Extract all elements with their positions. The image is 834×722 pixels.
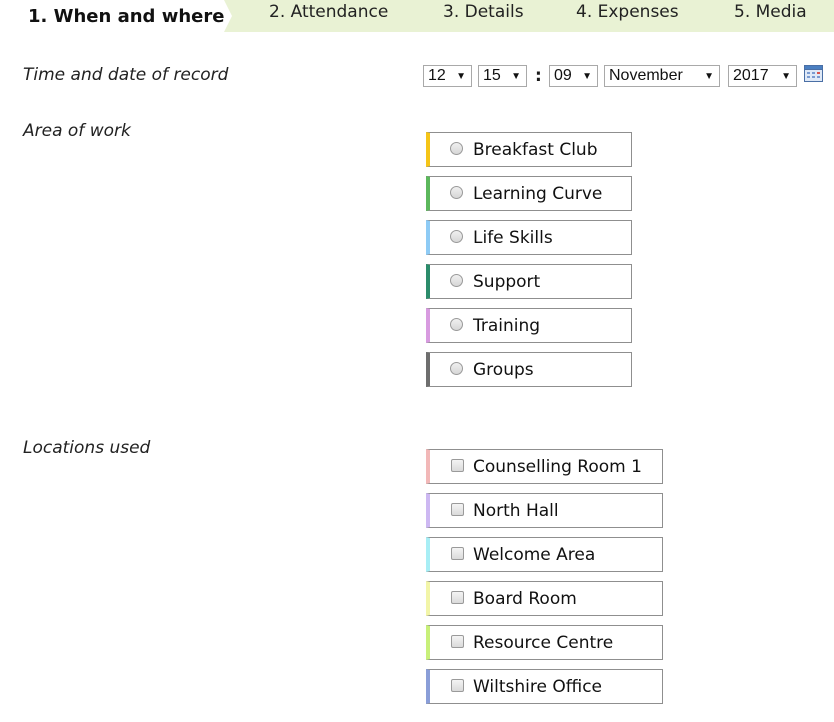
location-option[interactable]: Wiltshire Office [426, 669, 663, 704]
area-of-work-option[interactable]: Breakfast Club [426, 132, 632, 167]
option-label: Support [473, 272, 541, 292]
option-label: Learning Curve [473, 184, 603, 204]
radio-button[interactable] [450, 362, 463, 375]
area-of-work-option[interactable]: Groups [426, 352, 632, 387]
option-label: Training [473, 316, 541, 336]
option-label: Resource Centre [473, 633, 614, 653]
checkbox[interactable] [451, 459, 464, 472]
location-option[interactable]: Welcome Area [426, 537, 663, 572]
radio-button[interactable] [450, 142, 463, 155]
dropdown-arrow-icon: ▼ [456, 71, 466, 82]
checkbox[interactable] [451, 503, 464, 516]
day-select[interactable]: 09 ▼ [549, 65, 598, 87]
option-label: Life Skills [473, 228, 553, 248]
dropdown-arrow-icon: ▼ [511, 71, 521, 82]
area-of-work-option[interactable]: Life Skills [426, 220, 632, 255]
checkbox[interactable] [451, 547, 464, 560]
month-value: November [609, 67, 683, 84]
tab-expenses[interactable]: 4. Expenses [576, 2, 679, 22]
radio-button[interactable] [450, 186, 463, 199]
location-option[interactable]: Board Room [426, 581, 663, 616]
location-option[interactable]: North Hall [426, 493, 663, 528]
radio-button[interactable] [450, 318, 463, 331]
dropdown-arrow-icon: ▼ [781, 71, 791, 82]
radio-button[interactable] [450, 274, 463, 287]
calendar-icon[interactable] [804, 65, 823, 82]
area-of-work-option[interactable]: Support [426, 264, 632, 299]
day-value: 09 [554, 67, 572, 84]
checkbox[interactable] [451, 679, 464, 692]
location-option[interactable]: Resource Centre [426, 625, 663, 660]
tab-label: 1. When and where [28, 6, 225, 27]
locations-used-label: Locations used [23, 438, 151, 458]
option-label: Wiltshire Office [473, 677, 603, 697]
option-label: Welcome Area [473, 545, 596, 565]
location-option[interactable]: Counselling Room 1 [426, 449, 663, 484]
year-value: 2017 [733, 67, 769, 84]
option-label: Breakfast Club [473, 140, 598, 160]
option-label: Counselling Room 1 [473, 457, 642, 477]
time-separator: : [535, 66, 542, 86]
minute-select[interactable]: 15 ▼ [478, 65, 527, 87]
option-label: Groups [473, 360, 534, 380]
dropdown-arrow-icon: ▼ [704, 71, 714, 82]
tab-details[interactable]: 3. Details [443, 2, 524, 22]
checkbox[interactable] [451, 591, 464, 604]
step-tab-bar: 1. When and where 2. Attendance 3. Detai… [0, 0, 834, 32]
hour-select[interactable]: 12 ▼ [423, 65, 472, 87]
option-label: Board Room [473, 589, 577, 609]
area-of-work-option[interactable]: Training [426, 308, 632, 343]
area-of-work-label: Area of work [23, 121, 131, 141]
dropdown-arrow-icon: ▼ [582, 71, 592, 82]
time-date-label: Time and date of record [23, 65, 229, 85]
tab-media[interactable]: 5. Media [734, 2, 807, 22]
tab-attendance[interactable]: 2. Attendance [269, 2, 388, 22]
option-label: North Hall [473, 501, 559, 521]
tab-when-and-where[interactable]: 1. When and where [0, 0, 232, 32]
radio-button[interactable] [450, 230, 463, 243]
month-select[interactable]: November ▼ [604, 65, 720, 87]
hour-value: 12 [428, 67, 446, 84]
area-of-work-option[interactable]: Learning Curve [426, 176, 632, 211]
minute-value: 15 [483, 67, 501, 84]
checkbox[interactable] [451, 635, 464, 648]
year-select[interactable]: 2017 ▼ [728, 65, 797, 87]
